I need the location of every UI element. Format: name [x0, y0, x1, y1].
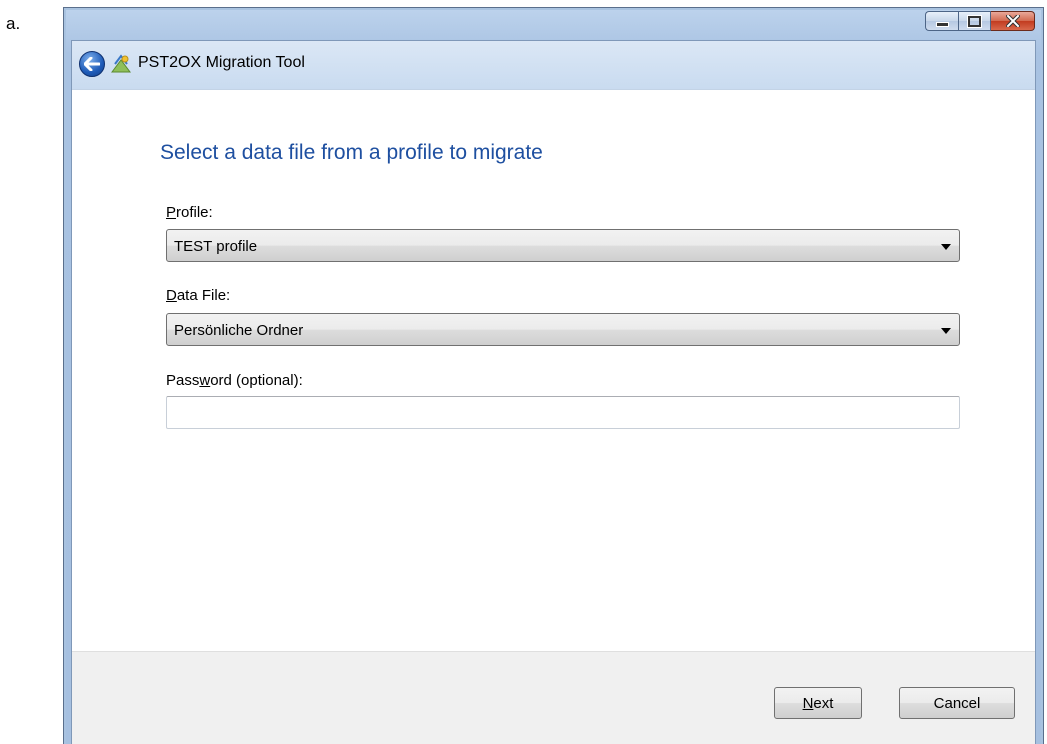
wizard-footer: Next Cancel — [72, 651, 1035, 744]
back-arrow-icon — [84, 57, 100, 71]
next-button[interactable]: Next — [774, 687, 862, 719]
window-title: PST2OX Migration Tool — [138, 54, 305, 71]
minimize-button[interactable] — [925, 11, 958, 31]
window-controls — [925, 11, 1035, 33]
minimize-icon — [935, 22, 949, 27]
app-window: PST2OX Migration Tool Select a data file… — [63, 7, 1044, 744]
wizard-header: PST2OX Migration Tool — [72, 41, 1035, 90]
window-frame: PST2OX Migration Tool Select a data file… — [66, 10, 1041, 744]
title-bar[interactable] — [66, 10, 1041, 40]
cancel-button[interactable]: Cancel — [899, 687, 1015, 719]
close-icon — [1005, 15, 1020, 27]
maximize-icon — [968, 15, 981, 27]
app-logo-icon — [111, 54, 131, 73]
profile-label: Profile: — [166, 204, 213, 221]
profile-dropdown[interactable]: TEST profile — [166, 229, 960, 262]
page-title: Select a data file from a profile to mig… — [160, 141, 543, 164]
password-field[interactable] — [166, 396, 960, 429]
password-label: Password (optional): — [166, 372, 303, 389]
close-button[interactable] — [991, 11, 1035, 31]
back-button[interactable] — [79, 51, 105, 77]
data-file-selected-value: Persönliche Ordner — [174, 322, 304, 339]
dropdown-arrow-icon — [941, 244, 951, 250]
figure-label: a. — [6, 14, 21, 33]
maximize-button[interactable] — [958, 11, 991, 31]
wizard-client-area: PST2OX Migration Tool Select a data file… — [71, 40, 1036, 744]
data-file-label: Data File: — [166, 287, 231, 304]
profile-selected-value: TEST profile — [174, 238, 258, 255]
dropdown-arrow-icon — [941, 328, 951, 334]
data-file-dropdown[interactable]: Persönliche Ordner — [166, 313, 960, 346]
